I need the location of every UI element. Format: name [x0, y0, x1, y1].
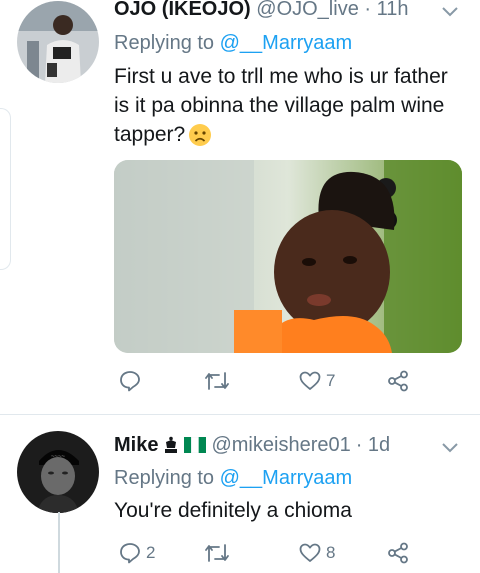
heart-icon [299, 543, 321, 562]
tweet-photo[interactable] [114, 160, 462, 353]
tweet-header: OJO (IKEOJO) @OJO_live · 11h [114, 0, 409, 21]
reply-button[interactable] [118, 369, 146, 393]
chevron-down-icon[interactable] [441, 6, 459, 18]
reply-button[interactable]: 2 [118, 541, 155, 565]
worried-face-emoji-icon [189, 123, 212, 146]
like-count: 7 [326, 371, 336, 390]
share-icon [388, 370, 408, 392]
tweet-header: Mike @mikeishere01 · 1d [114, 433, 390, 457]
timestamp[interactable]: · 1d [356, 433, 390, 457]
thread-line [58, 512, 60, 573]
king-icon [165, 436, 178, 453]
retweet-button[interactable] [204, 369, 234, 393]
timestamp[interactable]: · 11h [364, 0, 408, 20]
tweet-text-line: is it pa obinna the village palm wine [114, 94, 445, 117]
handle[interactable]: @OJO_live [256, 0, 359, 20]
reply-count: 2 [146, 543, 156, 562]
mention-link[interactable]: @__Marryaam [220, 467, 353, 489]
tweet-text: First u ave to trll me who is ur father … [114, 62, 448, 149]
replying-to: Replying to @__Marryaam [114, 466, 352, 490]
tweet-actions: 7 [114, 369, 414, 397]
replying-prefix: Replying to [114, 467, 215, 489]
nigeria-flag-icon [184, 437, 207, 453]
tweet-text-line: First u ave to trll me who is ur father [114, 65, 448, 88]
toddler-photo[interactable] [114, 160, 462, 353]
reply-icon [120, 371, 140, 392]
display-name[interactable]: Mike [114, 433, 158, 457]
tweet-text-line: You're definitely a chioma [114, 499, 352, 522]
retweet-icon [205, 372, 229, 390]
previous-card-edge [0, 108, 11, 270]
share-button[interactable] [386, 541, 410, 565]
replying-to: Replying to @__Marryaam [114, 31, 352, 55]
like-count: 8 [326, 543, 336, 562]
like-button[interactable]: 7 [298, 369, 335, 393]
handle[interactable]: @mikeishere01 [211, 433, 350, 457]
chevron-down-icon[interactable] [441, 442, 459, 454]
display-name[interactable]: OJO (IKEOJO) [114, 0, 251, 20]
retweet-button[interactable] [204, 541, 234, 565]
avatar[interactable]: ~~~~ [17, 431, 99, 513]
tweet-text: You're definitely a chioma [114, 496, 352, 525]
avatar[interactable] [17, 1, 99, 83]
retweet-icon [205, 544, 229, 562]
heart-icon [299, 371, 321, 390]
replying-prefix: Replying to [114, 32, 215, 54]
share-button[interactable] [386, 369, 410, 393]
tweet-text-line: tapper? [114, 123, 186, 146]
reply-icon [120, 543, 140, 564]
like-button[interactable]: 8 [298, 541, 335, 565]
share-icon [388, 542, 408, 564]
mention-link[interactable]: @__Marryaam [220, 32, 353, 54]
tweet-divider [0, 414, 480, 415]
tweet-actions: 2 8 [114, 541, 414, 569]
